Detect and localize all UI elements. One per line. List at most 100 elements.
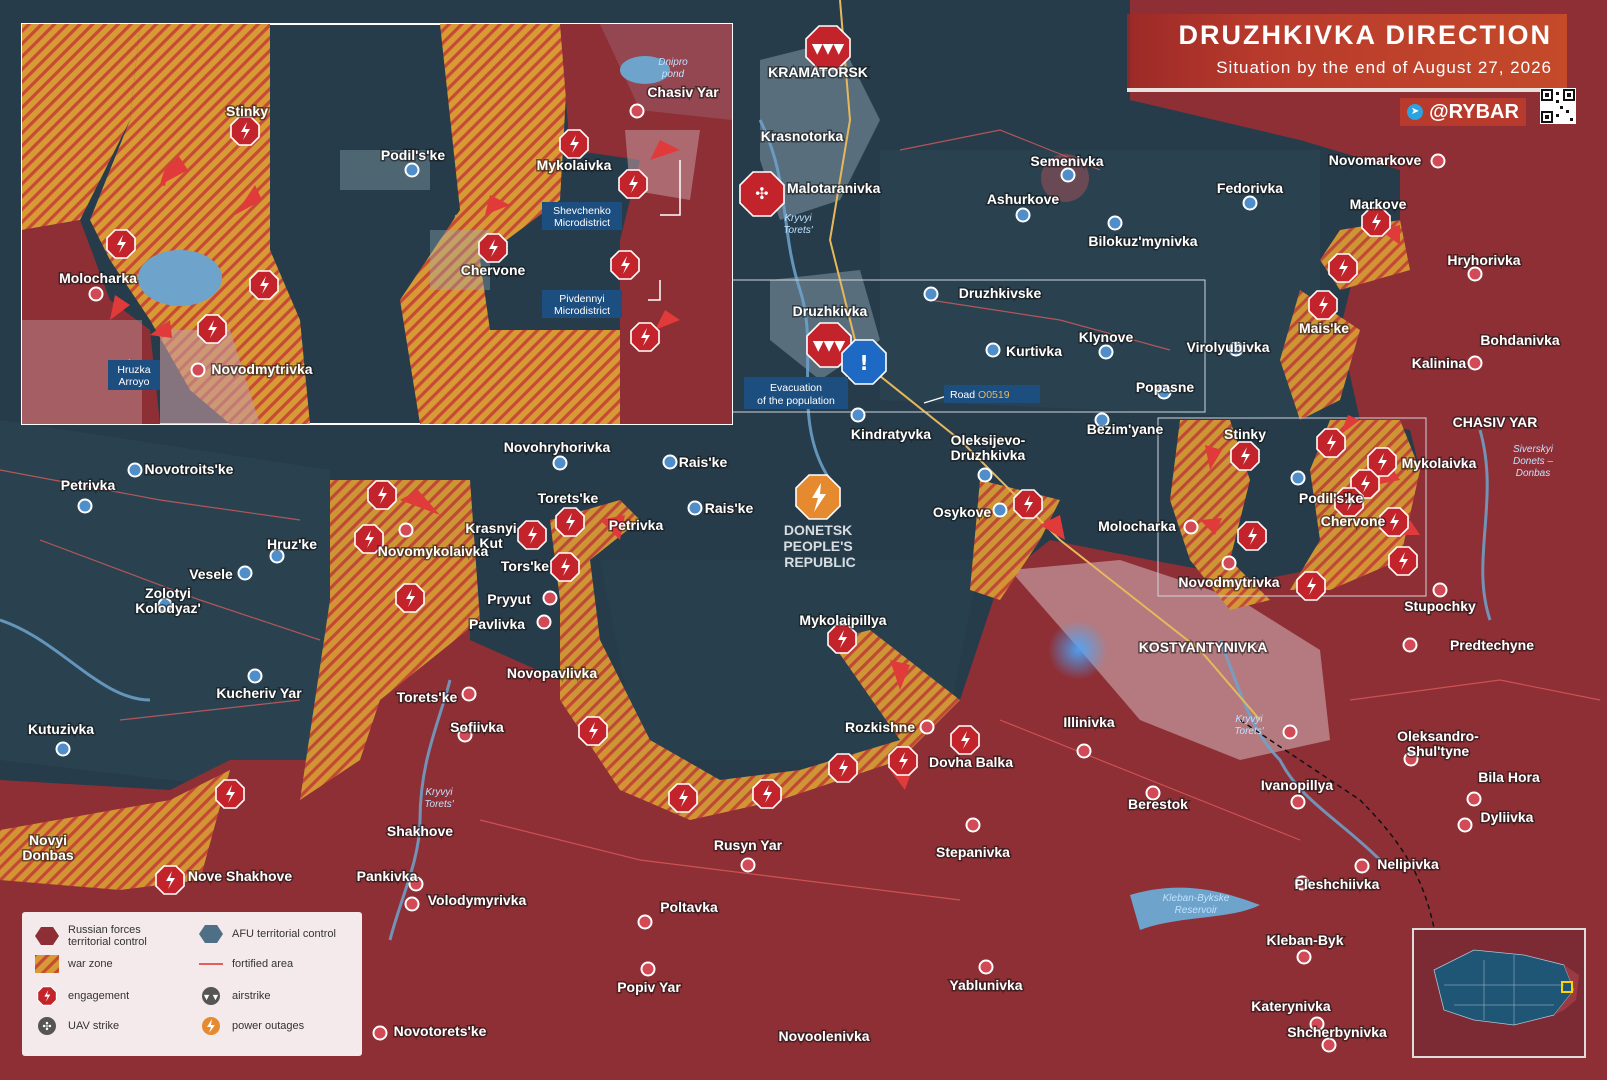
map-subtitle: Situation by the end of August 27, 2026 bbox=[1216, 58, 1552, 77]
label-oleksandro: Oleksandro-Shul'tyne bbox=[1397, 728, 1479, 759]
svg-text:ShevchenkoMicrodistrict: Shevchenko Microdistrict bbox=[553, 205, 611, 229]
label-novomykolaivka: Novomykolaivka bbox=[378, 543, 489, 559]
callout-pivdennyi: Pivdennyi Microdistrict bbox=[542, 290, 622, 318]
fortified-line bbox=[199, 963, 223, 965]
water-label-siverskyi: Siverskyi Donets – Donbas bbox=[1513, 444, 1554, 479]
road-prefix: Road bbox=[950, 389, 978, 401]
label-toretske-1: Torets'ke bbox=[538, 490, 599, 506]
label-malotaranivka: Malotaranivka bbox=[787, 180, 881, 196]
label-stinky: Stinky bbox=[1224, 426, 1266, 442]
uav-icon: ✣ bbox=[38, 1017, 56, 1035]
legend-fortified: fortified area bbox=[198, 954, 293, 974]
label-osykove: Osykove bbox=[933, 504, 992, 520]
legend-label-airstrike: airstrike bbox=[232, 990, 271, 1002]
label-pleshchiivka: Pleshchiivka bbox=[1295, 876, 1380, 892]
label-zolotyi-kolodyaz: Zolotyi Kolodyaz' bbox=[135, 585, 201, 616]
label-molocharka: Molocharka bbox=[1098, 518, 1176, 534]
svg-text:!: ! bbox=[859, 351, 868, 375]
label-kucheriv-yar: Kucheriv Yar bbox=[216, 685, 302, 701]
label-semenivka: Semenivka bbox=[1030, 153, 1103, 169]
label-chasiv-yar: CHASIV YAR bbox=[1453, 414, 1538, 430]
label-rozkishne: Rozkishne bbox=[845, 719, 915, 735]
label-hryhorivka: Hryhorivka bbox=[1447, 252, 1520, 268]
label-illinivka: Illinivka bbox=[1063, 714, 1115, 730]
inset-label-chasiv-yar: Chasiv Yar bbox=[647, 84, 719, 100]
label-pryyut: Pryyut bbox=[487, 591, 531, 607]
water-label-kryvyi-3: Kryvyi Torets' bbox=[1234, 714, 1264, 737]
inset-label-novodmytrivka: Novodmytrivka bbox=[211, 361, 312, 377]
label-virolyubivka: Virolyubivka bbox=[1186, 339, 1269, 355]
label-stepanivka: Stepanivka bbox=[936, 844, 1010, 860]
water-label-kryvyi-2: Kryvyi Torets' bbox=[424, 787, 454, 810]
label-dyliivka: Dyliivka bbox=[1481, 809, 1534, 825]
legend-airstrike: ▼▼ airstrike bbox=[198, 986, 271, 1006]
legend-engagement: engagement bbox=[34, 986, 129, 1006]
engagement-icon bbox=[37, 986, 57, 1006]
label-bezimyane: Bezim'yane bbox=[1087, 421, 1164, 437]
label-raiske-1: Rais'ke bbox=[679, 454, 728, 470]
road-code: O0519 bbox=[978, 389, 1010, 401]
label-kutuzivka: Kutuzivka bbox=[28, 721, 94, 737]
uav-icon-map: ✣ bbox=[739, 171, 785, 217]
label-markove: Markove bbox=[1350, 196, 1407, 212]
war-zone-swatch bbox=[35, 955, 59, 973]
callout-evacuation: Evacuation of the population bbox=[744, 377, 848, 409]
legend-label-russian: Russian forces territorial control bbox=[68, 924, 147, 948]
label-ivanopillya: Ivanopillya bbox=[1261, 777, 1334, 793]
label-novotroitske: Novotroits'ke bbox=[145, 461, 234, 477]
afu-control-swatch bbox=[199, 925, 223, 943]
legend-war-zone: war zone bbox=[34, 954, 113, 974]
label-druzhkivske: Druzhkivske bbox=[959, 285, 1042, 301]
brand-tag[interactable]: ➤ @RYBAR bbox=[1400, 98, 1526, 126]
label-kleban-byk: Kleban-Byk bbox=[1266, 932, 1343, 948]
label-yablunivka: Yablunivka bbox=[949, 977, 1022, 993]
label-novodmytrivka: Novodmytrivka bbox=[1178, 574, 1279, 590]
inset-label-podilske: Podil's'ke bbox=[381, 147, 445, 163]
svg-text:Road O0519: Road O0519 bbox=[950, 389, 1010, 401]
label-novomarkove: Novomarkove bbox=[1329, 152, 1422, 168]
label-nelipivka: Nelipivka bbox=[1377, 856, 1439, 872]
legend-power: power outages bbox=[198, 1016, 304, 1036]
legend-afu-control: AFU territorial control bbox=[198, 924, 336, 944]
label-popiv-yar: Popiv Yar bbox=[617, 979, 681, 995]
russian-control-swatch bbox=[35, 927, 59, 945]
svg-text:HruzkaArroyo: Hruzka Arroyo bbox=[117, 364, 150, 388]
label-podilske: Podil's'ke bbox=[1299, 490, 1363, 506]
inset-label-stinky: Stinky bbox=[226, 103, 268, 119]
label-torske: Tors'ke bbox=[501, 558, 549, 574]
label-pankivka: Pankivka bbox=[357, 868, 418, 884]
label-kalinina: Kalinina bbox=[1412, 355, 1467, 371]
power-outage-icon bbox=[202, 1017, 220, 1035]
label-volodymyrivka: Volodymyrivka bbox=[428, 892, 527, 908]
qr-code[interactable] bbox=[1540, 88, 1576, 124]
telegram-icon: ➤ bbox=[1407, 104, 1424, 120]
label-sofiivka: Sofiivka bbox=[450, 719, 504, 735]
svg-text:PivdennyiMicrodistrict: Pivdennyi Microdistrict bbox=[554, 293, 610, 317]
power-outage-icon-map bbox=[795, 474, 841, 520]
brand-handle: @RYBAR bbox=[1429, 100, 1519, 123]
label-raiske-2: Rais'ke bbox=[705, 500, 754, 516]
legend-label-afu: AFU territorial control bbox=[232, 928, 336, 940]
legend-label-fortified: fortified area bbox=[232, 958, 294, 970]
ukraine-overview-map bbox=[1414, 930, 1584, 1056]
label-novotoretske: Novotorets'ke bbox=[394, 1023, 487, 1039]
label-katerynivka: Katerynivka bbox=[1251, 998, 1331, 1014]
label-druzhkivka: Druzhkivka bbox=[793, 303, 868, 319]
qr-code-icon bbox=[1541, 89, 1575, 123]
inset-label-mykolaivka: Mykolaivka bbox=[537, 157, 612, 173]
legend-uav: ✣ UAV strike bbox=[34, 1016, 119, 1036]
label-kindratyvka: Kindratyvka bbox=[851, 426, 931, 442]
evacuation-icon: ! bbox=[841, 339, 887, 385]
inset-label-chervone: Chervone bbox=[461, 262, 526, 278]
callout-shevchenko: Shevchenko Microdistrict bbox=[542, 202, 622, 230]
label-petrivka-1: Petrivka bbox=[609, 517, 664, 533]
label-kostyantynivka: KOSTYANTYNIVKA bbox=[1139, 639, 1268, 655]
label-maiske: Mais'ke bbox=[1299, 320, 1349, 336]
label-petrivka-2: Petrivka bbox=[61, 477, 116, 493]
svg-text:✣: ✣ bbox=[42, 1021, 51, 1033]
label-shakhove: Shakhove bbox=[387, 823, 453, 839]
map-title: DRUZHKIVKA DIRECTION bbox=[1178, 20, 1552, 50]
map-stage: ▼▼▼ ▼▼▼ ✣ ! KRAMATORSK Krasnotorka Malot… bbox=[0, 0, 1607, 1080]
label-shcherbynivka: Shcherbynivka bbox=[1287, 1024, 1387, 1040]
label-novoolenivka: Novoolenivka bbox=[778, 1028, 869, 1044]
